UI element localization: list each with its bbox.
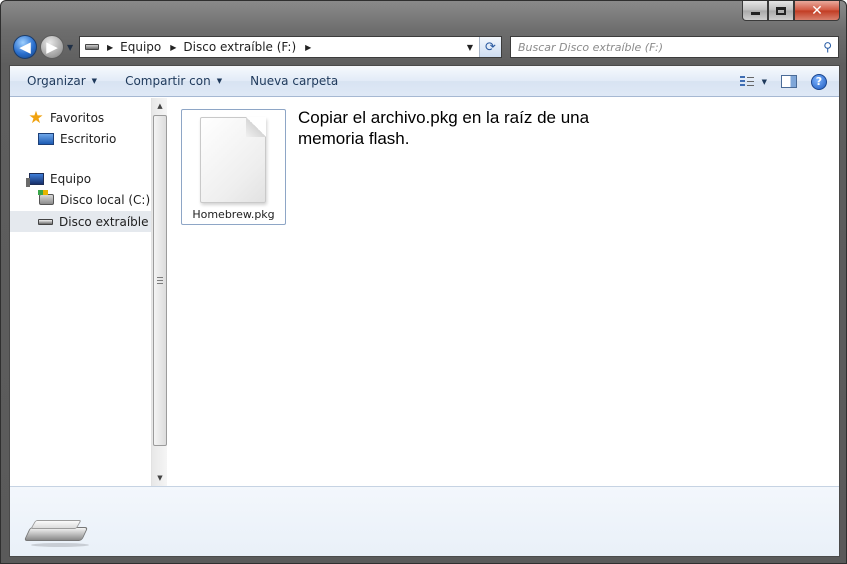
maximize-icon [776, 6, 786, 15]
removable-drive-icon [38, 214, 53, 230]
details-pane [10, 486, 839, 556]
new-folder-button[interactable]: Nueva carpeta [240, 66, 348, 96]
back-arrow-icon: ◀ [19, 38, 31, 56]
drive-top [30, 520, 82, 529]
scroll-up-button[interactable]: ▲ [152, 98, 168, 114]
sidebar-item-label: Disco local (C:) [60, 192, 151, 207]
grip-icon [157, 277, 163, 284]
chevron-down-icon: ▼ [91, 77, 98, 85]
organize-label: Organizar [27, 74, 86, 88]
breadcrumb-chevron-icon[interactable]: ▶ [170, 43, 176, 52]
sidebar-item-favorites[interactable]: ★ Favoritos [28, 107, 104, 128]
maximize-button[interactable] [768, 1, 794, 21]
search-box[interactable]: ⚲ [510, 36, 839, 58]
preview-pane-button[interactable] [781, 75, 797, 88]
drive-icon [85, 44, 99, 50]
sidebar-item-local-disk[interactable]: Disco local (C:) [37, 189, 151, 210]
change-view-button[interactable]: ▼ [739, 75, 767, 88]
share-with-button[interactable]: Compartir con ▼ [115, 66, 232, 96]
help-button[interactable]: ? [811, 73, 827, 90]
sidebar-item-label: Escritorio [60, 131, 117, 146]
close-button[interactable]: ✕ [794, 1, 840, 21]
new-folder-label: Nueva carpeta [250, 74, 339, 88]
views-icon [739, 75, 754, 88]
command-bar: Organizar ▼ Compartir con ▼ Nueva carpet… [10, 66, 839, 97]
removable-drive-large-icon [23, 519, 89, 547]
scrollbar-thumb[interactable] [153, 115, 167, 446]
navigation-pane: ★ Favoritos Escritorio Equipo Disco loca… [10, 98, 151, 486]
desktop-icon [38, 131, 54, 147]
chevron-down-icon: ▼ [216, 77, 223, 85]
chevron-down-icon: ▼ [761, 77, 767, 86]
refresh-icon: ⟳ [485, 39, 496, 55]
instruction-text: Copiar el archivo.pkg en la raíz de una … [298, 108, 590, 148]
sidebar-item-computer[interactable]: Equipo [25, 168, 92, 189]
breadcrumb-chevron-icon[interactable]: ▶ [305, 43, 311, 52]
sidebar-item-removable-disk[interactable]: Disco extraíble (F:) [10, 211, 151, 232]
drive-shadow [31, 543, 89, 547]
sidebar-item-label: Favoritos [50, 110, 105, 125]
forward-button[interactable]: ▶ [40, 35, 64, 59]
share-with-label: Compartir con [125, 74, 211, 88]
explorer-content: Organizar ▼ Compartir con ▼ Nueva carpet… [9, 65, 840, 557]
file-name: Homebrew.pkg [192, 208, 275, 221]
breadcrumb-chevron-icon[interactable]: ▶ [107, 43, 113, 52]
file-list: Homebrew.pkg Copiar el archivo.pkg en la… [168, 98, 839, 486]
file-item[interactable]: Homebrew.pkg [181, 109, 286, 225]
refresh-button[interactable]: ⟳ [479, 37, 501, 57]
explorer-window: ✕ ◀ ▶ ▼ ▶ Equipo ▶ Disco extraíble (F:) … [0, 0, 847, 564]
sidebar-item-label: Disco extraíble (F:) [59, 214, 151, 229]
address-bar[interactable]: ▶ Equipo ▶ Disco extraíble (F:) ▶ ▼ ⟳ [79, 36, 502, 58]
page-fold [246, 117, 266, 137]
back-button[interactable]: ◀ [13, 35, 37, 59]
scroll-down-button[interactable]: ▼ [152, 470, 168, 486]
navigation-bar: ◀ ▶ ▼ ▶ Equipo ▶ Disco extraíble (F:) ▶ … [1, 31, 846, 63]
address-dropdown-button[interactable]: ▼ [461, 37, 479, 57]
star-icon: ★ [28, 107, 44, 128]
minimize-button[interactable] [742, 1, 768, 21]
close-icon: ✕ [811, 2, 823, 19]
breadcrumb-removable-drive[interactable]: Disco extraíble (F:) [183, 40, 296, 54]
caption-buttons: ✕ [742, 1, 840, 21]
forward-arrow-icon: ▶ [46, 38, 58, 56]
minimize-icon [750, 12, 760, 15]
computer-icon [25, 171, 44, 187]
search-input[interactable] [518, 40, 808, 54]
recent-pages-dropdown[interactable]: ▼ [67, 43, 73, 52]
search-icon[interactable]: ⚲ [823, 40, 832, 54]
breadcrumb-equipo[interactable]: Equipo [120, 40, 161, 54]
document-icon [200, 117, 266, 203]
sidebar-item-desktop[interactable]: Escritorio [38, 128, 116, 149]
organize-button[interactable]: Organizar ▼ [10, 66, 107, 96]
hard-drive-icon [37, 190, 54, 208]
navigation-pane-scrollbar[interactable]: ▲ ▼ [151, 98, 167, 486]
help-icon: ? [815, 75, 823, 88]
sidebar-item-label: Equipo [50, 171, 92, 186]
drive-body [23, 527, 89, 541]
toolbar-right: ▼ ? [739, 66, 827, 97]
